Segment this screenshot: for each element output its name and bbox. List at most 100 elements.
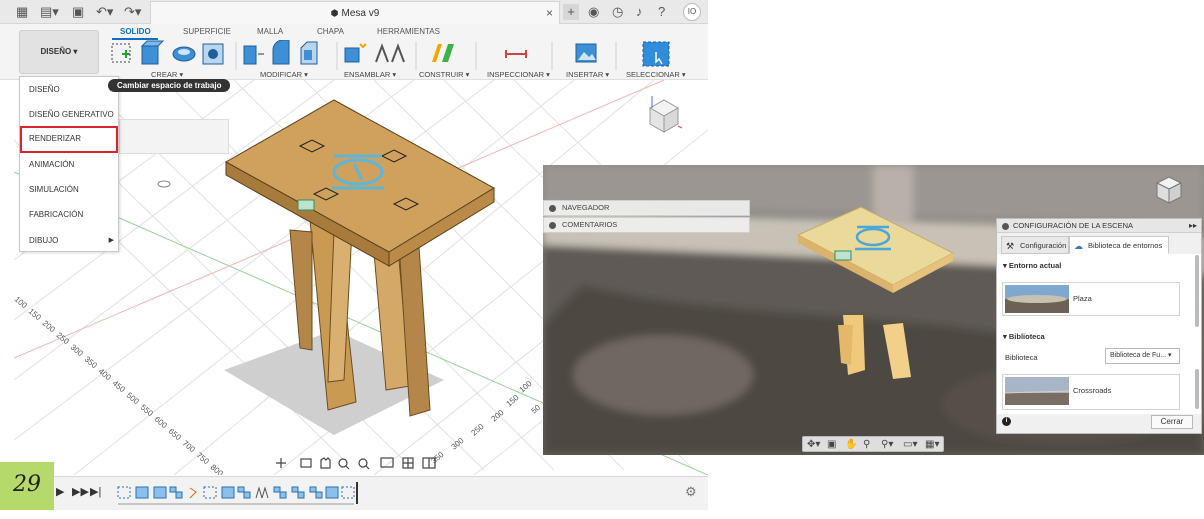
gear-icon[interactable]: ⚙ bbox=[685, 484, 697, 500]
svg-text:500: 500 bbox=[125, 391, 141, 407]
group-insertar[interactable]: INSERTAR ▾ bbox=[566, 70, 609, 79]
comments-panel[interactable]: COMENTARIOS bbox=[543, 217, 750, 233]
avatar[interactable]: IO bbox=[683, 3, 701, 21]
tab-herramientas[interactable]: HERRAMIENTAS bbox=[377, 27, 440, 36]
clock-icon[interactable]: ◷ bbox=[612, 4, 623, 20]
crossroads-env-card[interactable]: Crossroads bbox=[1002, 374, 1180, 410]
expand-icon[interactable] bbox=[549, 222, 556, 229]
library-select[interactable]: Biblioteca de Fu... ▾ bbox=[1105, 348, 1180, 364]
workspace-switcher-button[interactable]: DISEÑO ▾ bbox=[19, 30, 99, 74]
ruler-left: 100 150 200 250 300 350 400 450 500 550 … bbox=[14, 295, 225, 475]
save-icon[interactable]: ▣ bbox=[72, 4, 84, 20]
document-icon: ⬢ bbox=[330, 8, 339, 18]
create-sketch-icon bbox=[111, 43, 131, 63]
extensions-icon[interactable]: ◉ bbox=[588, 4, 599, 20]
svg-text:450: 450 bbox=[111, 379, 127, 395]
nav-tools[interactable] bbox=[275, 455, 445, 471]
expand-arrows-icon[interactable]: ▸▸ bbox=[1189, 219, 1197, 233]
svg-text:200: 200 bbox=[490, 408, 506, 424]
extrude-icon bbox=[140, 40, 165, 65]
menu-item-dibujo[interactable]: DIBUJO ▶ bbox=[20, 228, 118, 253]
undo-icon[interactable]: ↶▾ bbox=[96, 4, 113, 20]
hole-icon bbox=[202, 43, 224, 65]
current-env-name: Plaza bbox=[1073, 294, 1092, 303]
file-icon[interactable]: ▤▾ bbox=[40, 4, 59, 20]
svg-text:300: 300 bbox=[69, 343, 85, 359]
svg-text:100: 100 bbox=[518, 379, 534, 395]
workspace-menu: DISEÑO DISEÑO GENERATIVO RENDERIZAR ANIM… bbox=[19, 76, 119, 252]
group-construir[interactable]: CONSTRUIR ▾ bbox=[419, 70, 469, 79]
navigator-panel[interactable]: NAVEGADOR bbox=[543, 200, 750, 216]
menu-item-label: RENDERIZAR bbox=[29, 134, 82, 143]
expand-icon[interactable] bbox=[549, 205, 556, 212]
menu-item-renderizar[interactable]: RENDERIZAR bbox=[20, 126, 118, 153]
menu-item-simulacion[interactable]: SIMULACIÓN bbox=[20, 177, 118, 202]
chamfer-icon bbox=[300, 41, 318, 65]
pan-icon[interactable]: ✋ bbox=[845, 438, 857, 451]
group-crear[interactable]: CREAR ▾ bbox=[151, 70, 183, 79]
group-seleccionar[interactable]: SELECCIONAR ▾ bbox=[626, 70, 686, 79]
revolve-icon bbox=[172, 46, 196, 62]
svg-text:250: 250 bbox=[55, 331, 71, 347]
tab-malla[interactable]: MALLA bbox=[257, 27, 283, 36]
look-at-icon[interactable]: ▣ bbox=[827, 438, 836, 451]
scrollbar[interactable] bbox=[1195, 369, 1199, 409]
fit-icon[interactable]: ⚲▾ bbox=[881, 438, 893, 451]
workspace-tooltip: Cambiar espacio de trabajo bbox=[108, 79, 231, 92]
offset-plane-icon bbox=[432, 44, 454, 62]
tab-solido[interactable]: SOLIDO bbox=[120, 27, 151, 36]
svg-text:400: 400 bbox=[97, 367, 113, 383]
close-button[interactable]: Cerrar bbox=[1151, 415, 1193, 429]
tab-chapa[interactable]: CHAPA bbox=[317, 27, 344, 36]
close-document-icon[interactable]: × bbox=[546, 2, 553, 24]
svg-text:50: 50 bbox=[530, 403, 543, 416]
play-icon[interactable]: ▶ bbox=[56, 485, 64, 498]
press-pull-icon bbox=[243, 45, 264, 65]
section-title: Entorno actual bbox=[1008, 261, 1062, 270]
group-modificar[interactable]: MODIFICAR ▾ bbox=[260, 70, 308, 79]
chevron-right-icon: ▶ bbox=[108, 237, 114, 244]
svg-text:250: 250 bbox=[470, 422, 486, 438]
menu-item-diseno[interactable]: DISEÑO bbox=[20, 77, 118, 102]
menu-item-label: ANIMACIÓN bbox=[29, 160, 75, 169]
svg-text:300: 300 bbox=[450, 436, 466, 452]
info-icon[interactable]: i bbox=[1002, 417, 1011, 426]
collapse-icon[interactable] bbox=[1002, 223, 1009, 230]
fit-icon bbox=[358, 458, 368, 468]
tab-biblioteca-entornos[interactable]: ☁ Biblioteca de entornos bbox=[1069, 236, 1169, 254]
end-icon[interactable]: ▶| bbox=[90, 485, 101, 498]
display-icon bbox=[380, 457, 394, 468]
scene-settings-panel: CONFIGURACIÓN DE LA ESCENA ▸▸ ⚒ Configura… bbox=[996, 218, 1202, 434]
bell-icon[interactable]: ♪ bbox=[636, 4, 643, 20]
scrollbar[interactable] bbox=[1195, 255, 1199, 327]
render-nav-bar: ✥▾ ▣ ✋ ⚲ ⚲▾ ▭▾ ▦▾ bbox=[802, 436, 944, 452]
viewport-nav-bar bbox=[275, 455, 445, 471]
library-section[interactable]: ▾ Biblioteca bbox=[1003, 332, 1045, 341]
group-ensamblar[interactable]: ENSAMBLAR ▾ bbox=[344, 70, 396, 79]
menu-item-label: DISEÑO bbox=[29, 85, 60, 94]
tab-superficie[interactable]: SUPERFICIE bbox=[183, 27, 231, 36]
current-env-card[interactable]: Plaza bbox=[1002, 282, 1180, 316]
document-tab[interactable]: ⬢ Mesa v9 × bbox=[150, 1, 560, 24]
plus-icon[interactable]: + bbox=[563, 4, 579, 20]
wrench-icon: ⚒ bbox=[1006, 241, 1015, 251]
group-inspeccionar[interactable]: INSPECCIONAR ▾ bbox=[487, 70, 550, 79]
redo-icon[interactable]: ↷▾ bbox=[124, 4, 141, 20]
menu-item-animacion[interactable]: ANIMACIÓN bbox=[20, 152, 118, 177]
display-icon[interactable]: ▭▾ bbox=[903, 438, 917, 451]
orbit-icon[interactable]: ✥▾ bbox=[807, 438, 820, 451]
zoom-icon[interactable]: ⚲ bbox=[863, 438, 870, 451]
tab-configuracion[interactable]: ⚒ Configuración bbox=[1001, 236, 1069, 254]
menu-item-diseno-generativo[interactable]: DISEÑO GENERATIVO bbox=[20, 102, 118, 127]
step-forward-icon[interactable]: ▶▶ bbox=[72, 485, 89, 498]
current-env-section[interactable]: ▾ Entorno actual bbox=[1003, 261, 1061, 270]
step-number-badge: 29 bbox=[0, 462, 54, 510]
plaza-thumbnail bbox=[1005, 285, 1069, 313]
timeline-features[interactable] bbox=[114, 482, 364, 506]
grid-display-icon[interactable]: ▦▾ bbox=[925, 438, 939, 451]
scene-settings-title: CONFIGURACIÓN DE LA ESCENA bbox=[1013, 221, 1134, 230]
fillet-icon bbox=[272, 40, 290, 65]
grid-icon[interactable]: ▦ bbox=[16, 4, 28, 20]
help-icon[interactable]: ? bbox=[658, 4, 665, 20]
menu-item-fabricacion[interactable]: FABRICACIÓN bbox=[20, 202, 118, 227]
